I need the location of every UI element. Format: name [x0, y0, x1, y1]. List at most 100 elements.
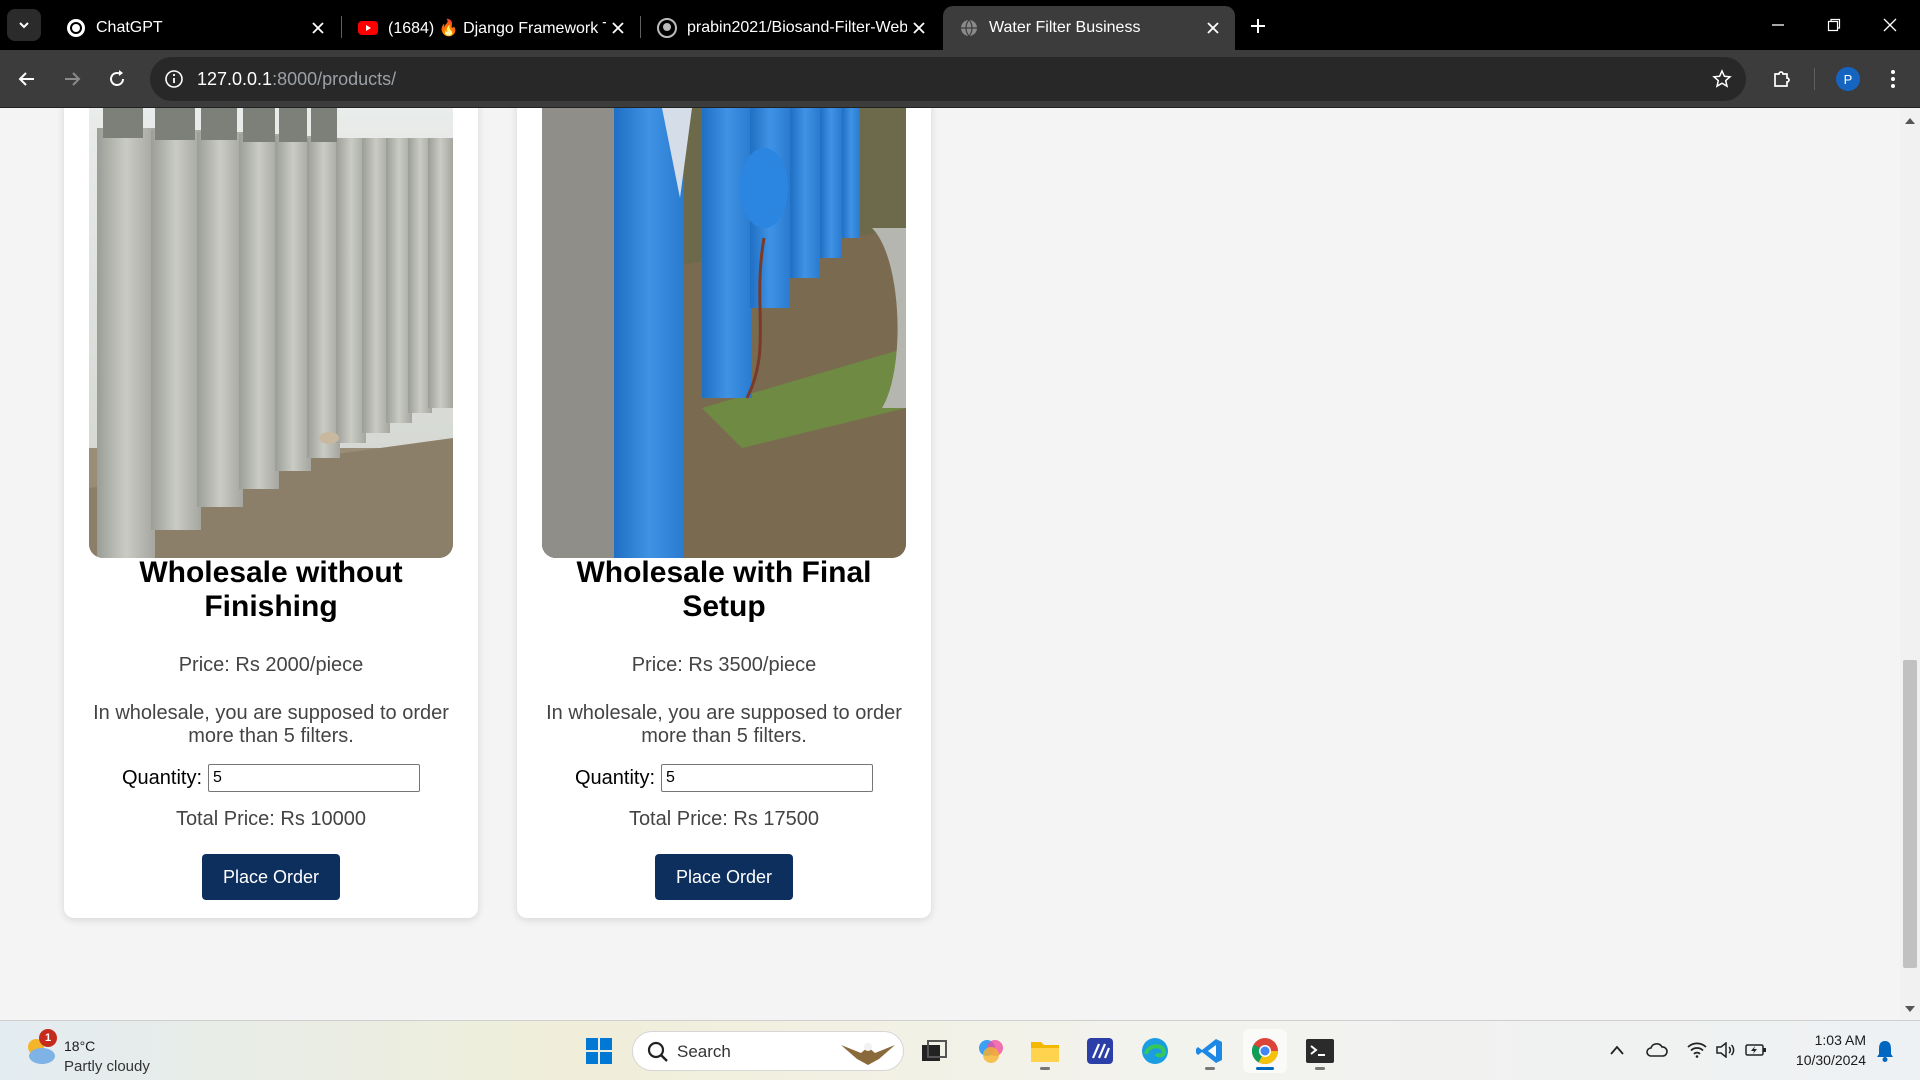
scrollbar-thumb[interactable]	[1903, 660, 1917, 968]
edge-icon	[1142, 1038, 1168, 1064]
puzzle-icon	[1774, 71, 1790, 87]
search-label: Search	[677, 1042, 731, 1061]
code-editor-app-button[interactable]	[1078, 1029, 1122, 1073]
terminal-button[interactable]	[1298, 1029, 1342, 1073]
volume-tray-button[interactable]	[1713, 1037, 1739, 1063]
running-indicator	[1256, 1067, 1274, 1070]
tab-title: Water Filter Business	[989, 19, 1141, 36]
product-price: Price: Rs 2000/piece	[178, 654, 364, 676]
globe-icon	[959, 18, 979, 38]
minimize-button[interactable]	[1750, 8, 1806, 42]
system-clock[interactable]: 1:03 AM 10/30/2024	[1786, 1030, 1866, 1070]
battery-tray-button[interactable]	[1743, 1037, 1769, 1063]
windows-logo-icon	[586, 1038, 612, 1064]
quantity-input[interactable]	[661, 764, 874, 792]
weather-temperature: 18°C	[64, 1038, 96, 1054]
search-highlight-eagle-icon	[841, 1043, 895, 1065]
weather-widget[interactable]: 1 18°C Partly cloudy	[22, 1029, 202, 1075]
running-indicator	[1315, 1067, 1325, 1070]
notification-bell-icon[interactable]	[1874, 1039, 1896, 1063]
tab-search-button[interactable]	[7, 9, 41, 41]
taskbar-search[interactable]: Search	[632, 1031, 904, 1071]
start-button[interactable]	[577, 1029, 621, 1073]
page-viewport: Wholesale without Finishing Price: Rs 20…	[0, 108, 1900, 1020]
close-window-button[interactable]	[1862, 8, 1918, 42]
kebab-menu-icon	[1891, 70, 1895, 88]
extensions-button[interactable]	[1766, 63, 1798, 95]
show-hidden-icons-button[interactable]	[1604, 1037, 1630, 1063]
speaker-icon	[1716, 1042, 1735, 1058]
file-explorer-button[interactable]	[1023, 1029, 1067, 1073]
close-icon[interactable]	[907, 16, 931, 40]
close-icon[interactable]	[1201, 16, 1225, 40]
running-indicator	[1040, 1067, 1050, 1070]
address-bar[interactable]: 127.0.0.1:8000/products/	[150, 57, 1746, 101]
battery-charging-icon	[1745, 1044, 1766, 1056]
wifi-icon	[1687, 1042, 1707, 1058]
url-text[interactable]: 127.0.0.1:8000/products/	[197, 69, 396, 90]
minimize-icon	[1772, 24, 1784, 26]
product-description: In wholesale, you are supposed to order …	[546, 702, 902, 747]
restore-button[interactable]	[1806, 8, 1862, 42]
reload-button[interactable]	[101, 63, 133, 95]
edge-button[interactable]	[1133, 1029, 1177, 1073]
chatgpt-icon	[66, 18, 86, 38]
page-scrollbar[interactable]	[1900, 108, 1920, 1020]
task-view-icon	[922, 1040, 947, 1061]
task-view-button[interactable]	[912, 1029, 956, 1073]
wifi-tray-button[interactable]	[1684, 1037, 1710, 1063]
close-icon	[1883, 18, 1897, 32]
profile-avatar[interactable]: P	[1836, 67, 1860, 91]
url-path: :8000/products/	[272, 69, 397, 89]
url-host: 127.0.0.1	[197, 69, 273, 89]
tab-chatgpt[interactable]: ChatGPT	[50, 6, 340, 50]
quantity-row: Quantity:	[517, 764, 931, 792]
tab-github[interactable]: prabin2021/Biosand-Filter-Web	[641, 6, 941, 50]
windows-taskbar: 1 18°C Partly cloudy Search 1:03 AM 10/3…	[0, 1020, 1920, 1080]
bookmark-star-icon[interactable]	[1710, 67, 1734, 91]
quantity-input[interactable]	[208, 764, 421, 792]
forward-button[interactable]	[56, 63, 88, 95]
new-tab-button[interactable]	[1244, 12, 1272, 40]
youtube-icon	[358, 18, 378, 38]
search-icon	[647, 1041, 668, 1062]
toolbar-divider	[1814, 68, 1815, 90]
tab-water-filter-business[interactable]: Water Filter Business	[943, 6, 1235, 50]
place-order-button[interactable]: Place Order	[202, 854, 340, 900]
copilot-button[interactable]	[969, 1029, 1013, 1073]
quantity-row: Quantity:	[64, 764, 478, 792]
scroll-down-arrow-icon[interactable]	[1904, 1004, 1916, 1016]
product-title: Wholesale with Final Setup	[576, 556, 872, 623]
notification-badge: 1	[39, 1029, 57, 1047]
chrome-button[interactable]	[1243, 1029, 1287, 1073]
product-image	[89, 108, 453, 558]
tab-title: ChatGPT	[96, 19, 163, 36]
quantity-label: Quantity:	[574, 766, 656, 789]
product-title: Wholesale without Finishing	[139, 556, 403, 623]
browser-tab-strip: ChatGPT (1684) 🔥 Django Framework T prab…	[0, 0, 1920, 50]
tab-title: (1684) 🔥 Django Framework T	[388, 20, 606, 37]
site-info-icon[interactable]	[162, 67, 186, 91]
vscode-icon	[1196, 1039, 1222, 1063]
tab-youtube[interactable]: (1684) 🔥 Django Framework T	[342, 6, 640, 50]
plus-icon	[1251, 19, 1265, 33]
folder-icon	[1031, 1042, 1059, 1062]
vscode-button[interactable]	[1188, 1029, 1232, 1073]
close-icon[interactable]	[606, 16, 630, 40]
browser-menu-button[interactable]	[1877, 63, 1909, 95]
close-icon[interactable]	[306, 16, 330, 40]
clock-date: 10/30/2024	[1795, 1052, 1866, 1068]
place-order-button[interactable]: Place Order	[655, 854, 793, 900]
product-card: Wholesale with Final Setup Price: Rs 350…	[517, 108, 931, 918]
onedrive-tray-button[interactable]	[1644, 1037, 1670, 1063]
product-description: In wholesale, you are supposed to order …	[93, 702, 449, 747]
scroll-up-arrow-icon[interactable]	[1904, 114, 1916, 126]
reload-icon	[110, 70, 124, 86]
restore-icon	[1827, 18, 1841, 32]
total-price: Total Price: Rs 10000	[175, 808, 367, 830]
back-button[interactable]	[11, 63, 43, 95]
arrow-right-icon	[65, 72, 81, 86]
clock-time: 1:03 AM	[1814, 1032, 1866, 1048]
product-image	[542, 108, 906, 558]
terminal-icon	[1306, 1039, 1334, 1063]
